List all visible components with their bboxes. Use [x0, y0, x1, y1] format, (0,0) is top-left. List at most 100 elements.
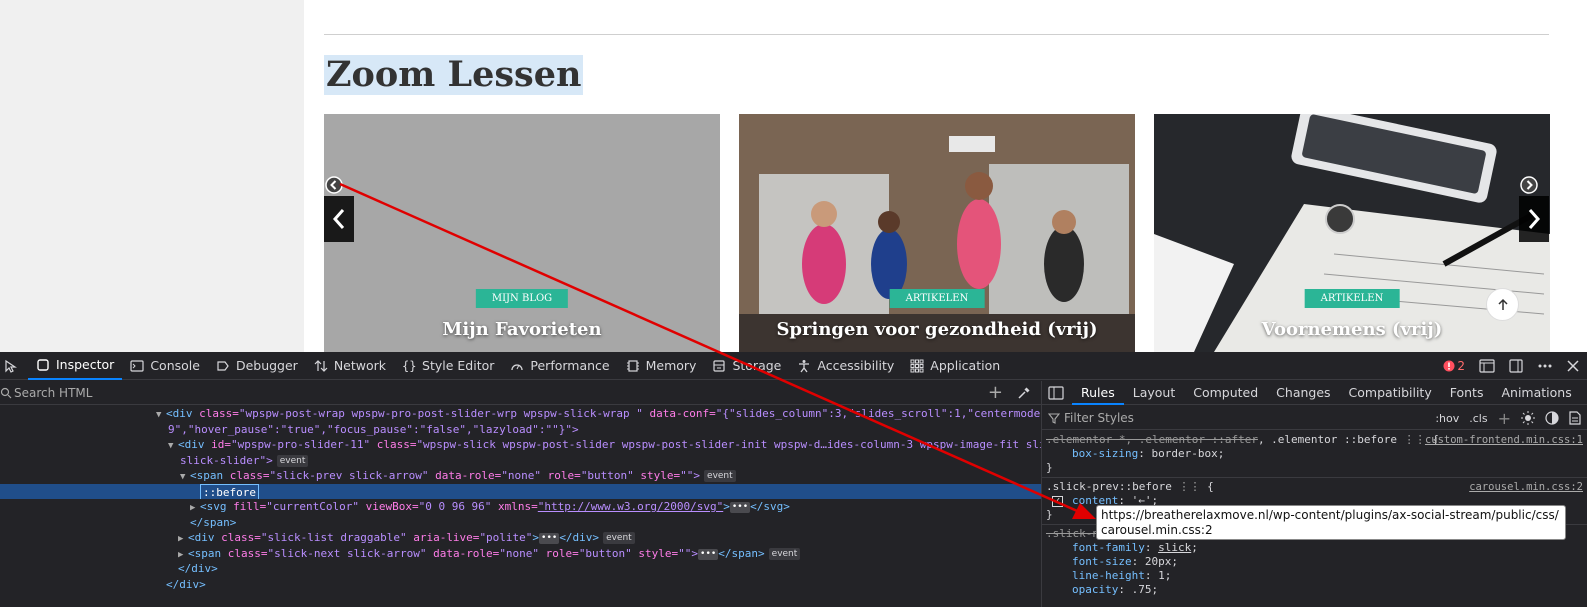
add-node-icon[interactable]: +: [988, 382, 1003, 403]
markup-view: Search HTML + ▼ <div class="wpspw-post-wr…: [0, 381, 1041, 607]
close-icon[interactable]: [1567, 360, 1579, 372]
property-checkbox[interactable]: ✓: [1052, 496, 1063, 507]
event-badge[interactable]: event: [603, 532, 635, 544]
html-tree: ▼ <div class="wpspw-post-wrap wpspw-pro-p…: [0, 406, 1041, 592]
pseudo-before[interactable]: ::before: [200, 483, 259, 499]
scroll-to-top-button[interactable]: [1486, 288, 1519, 321]
event-badge[interactable]: event: [276, 454, 309, 467]
sidebar-blank: [0, 0, 304, 352]
grid-icon: [910, 359, 924, 372]
tab-label: Network: [333, 358, 387, 373]
rules-sidebar: Rules Layout Computed Changes Compatibil…: [1042, 381, 1587, 607]
rule-source-link[interactable]: carousel.min.css:2: [1469, 480, 1583, 494]
filter-tools: :hov .cls +: [1435, 406, 1581, 430]
tab-console[interactable]: Console: [122, 352, 208, 380]
tab-compatibility[interactable]: Compatibility: [1340, 381, 1441, 405]
tab-network[interactable]: Network: [306, 352, 394, 380]
error-counter[interactable]: 2: [1443, 359, 1465, 373]
tab-label: Accessibility: [817, 358, 895, 373]
tab-label: Performance: [530, 358, 610, 373]
responsive-design-icon[interactable]: [1479, 359, 1495, 373]
tab-animations[interactable]: Animations: [1492, 381, 1580, 405]
tab-application[interactable]: Application: [902, 352, 1008, 380]
add-rule-icon[interactable]: +: [1498, 409, 1511, 428]
tooltip-url: https://breatherelaxmove.nl/wp-content/p…: [1101, 508, 1559, 522]
rule-source-link[interactable]: custom-frontend.min.css:1: [1425, 433, 1583, 447]
css-rule[interactable]: .elementor *, .elementor ::after, .eleme…: [1042, 431, 1587, 478]
tab-inspector[interactable]: Inspector: [28, 352, 123, 380]
screenshot: Zoom Lessen MIJN BLOG Mijn Favorieten AR…: [0, 0, 1587, 607]
search-icon: [0, 387, 12, 398]
sidebar-tabs: Rules Layout Computed Changes Compatibil…: [1042, 381, 1587, 405]
tab-fonts[interactable]: Fonts: [1441, 381, 1493, 405]
tab-label: Console: [150, 358, 200, 373]
tab-computed[interactable]: Computed: [1184, 381, 1267, 405]
gauge-icon: [511, 363, 524, 370]
tree-node[interactable]: ▼ <div id="wpspw-pro-slider-11" class="wp…: [0, 437, 1041, 453]
braces-icon: {}: [402, 359, 416, 373]
tab-label: Storage: [732, 358, 782, 373]
tab-changes[interactable]: Changes: [1267, 381, 1339, 405]
search-html-input[interactable]: Search HTML: [14, 386, 92, 400]
hov-button[interactable]: :hov: [1435, 412, 1459, 425]
category-badge[interactable]: MIJN BLOG: [475, 289, 569, 308]
event-badge[interactable]: event: [768, 547, 801, 560]
post-card-2[interactable]: ARTIKELEN Springen voor gezondheid (vrij…: [739, 114, 1135, 352]
tab-storage[interactable]: Storage: [704, 352, 789, 380]
tree-node[interactable]: </div>: [0, 561, 1041, 577]
error-icon: [1443, 360, 1455, 372]
tab-layout[interactable]: Layout: [1124, 381, 1185, 405]
tree-node-selected[interactable]: ::before: [0, 483, 1041, 499]
tree-node[interactable]: ▶ <span class="slick-next slick-arrow" da…: [0, 546, 1041, 562]
toggle-pane-icon[interactable]: [1048, 385, 1064, 400]
more-options-icon[interactable]: [1537, 359, 1553, 373]
tree-node[interactable]: </span>: [0, 515, 1041, 531]
tree-node[interactable]: ▼ <div class="wpspw-post-wrap wpspw-pro-p…: [0, 406, 1041, 422]
inspector-icon: [37, 358, 49, 371]
tab-style-editor[interactable]: {} Style Editor: [394, 352, 502, 380]
toolbar-right: 2: [1443, 352, 1579, 380]
tree-node[interactable]: ▶ <div class="slick-list draggable" aria-…: [0, 530, 1041, 546]
dock-icon[interactable]: [1509, 359, 1523, 373]
light-theme-icon[interactable]: [1521, 411, 1535, 425]
filter-row: Filter Styles :hov .cls +: [1042, 406, 1587, 430]
memory-chip-icon: [626, 359, 639, 372]
filter-styles-input[interactable]: Filter Styles: [1064, 411, 1134, 425]
tree-node[interactable]: slick-slider"> event: [0, 453, 1041, 469]
tree-node[interactable]: ▶ <svg fill="currentColor" viewBox="0 0 9…: [0, 499, 1041, 515]
print-media-icon[interactable]: [1569, 411, 1581, 425]
slick-next-circle-icon[interactable]: [1520, 176, 1538, 194]
tree-node[interactable]: ▼ <span class="slick-prev slick-arrow" da…: [0, 468, 1041, 484]
dark-theme-icon[interactable]: [1545, 411, 1559, 425]
devtools-toolbar: Inspector Console Debugger Network {} St…: [0, 352, 1587, 380]
slider-next-button[interactable]: [1519, 196, 1549, 242]
post-title[interactable]: Springen voor gezondheid (vrij): [739, 319, 1135, 340]
slider-prev-button[interactable]: [324, 196, 354, 242]
tab-memory[interactable]: Memory: [618, 352, 705, 380]
tab-accessibility[interactable]: Accessibility: [789, 352, 902, 380]
tab-performance[interactable]: Performance: [502, 352, 617, 380]
pick-element-button[interactable]: [0, 352, 28, 380]
tab-rules[interactable]: Rules: [1072, 381, 1124, 405]
post-card-1[interactable]: MIJN BLOG Mijn Favorieten: [324, 114, 720, 352]
slick-prev-circle-icon[interactable]: [325, 176, 343, 194]
tab-debugger[interactable]: Debugger: [208, 352, 306, 380]
accessibility-icon: [799, 359, 810, 372]
source-url-tooltip: https://breatherelaxmove.nl/wp-content/p…: [1096, 505, 1566, 540]
tree-node[interactable]: 9","hover_pause":"true","focus_pause":"f…: [0, 422, 1041, 438]
category-badge[interactable]: ARTIKELEN: [889, 289, 985, 308]
category-badge[interactable]: ARTIKELEN: [1304, 289, 1400, 308]
post-title[interactable]: Voornemens (vrij): [1154, 319, 1550, 340]
tree-node[interactable]: </div>: [0, 577, 1041, 593]
divider: [324, 34, 1549, 35]
website-viewport: Zoom Lessen MIJN BLOG Mijn Favorieten AR…: [0, 0, 1587, 352]
tab-label: Inspector: [56, 357, 115, 372]
eyedropper-icon[interactable]: [1017, 386, 1031, 400]
svg-text:{}: {}: [402, 359, 416, 373]
tab-label: Application: [930, 358, 1001, 373]
tab-label: Debugger: [235, 358, 298, 373]
post-title[interactable]: Mijn Favorieten: [324, 319, 720, 340]
filter-icon: [1048, 412, 1060, 424]
cls-button[interactable]: .cls: [1469, 412, 1487, 425]
event-badge[interactable]: event: [704, 470, 736, 482]
